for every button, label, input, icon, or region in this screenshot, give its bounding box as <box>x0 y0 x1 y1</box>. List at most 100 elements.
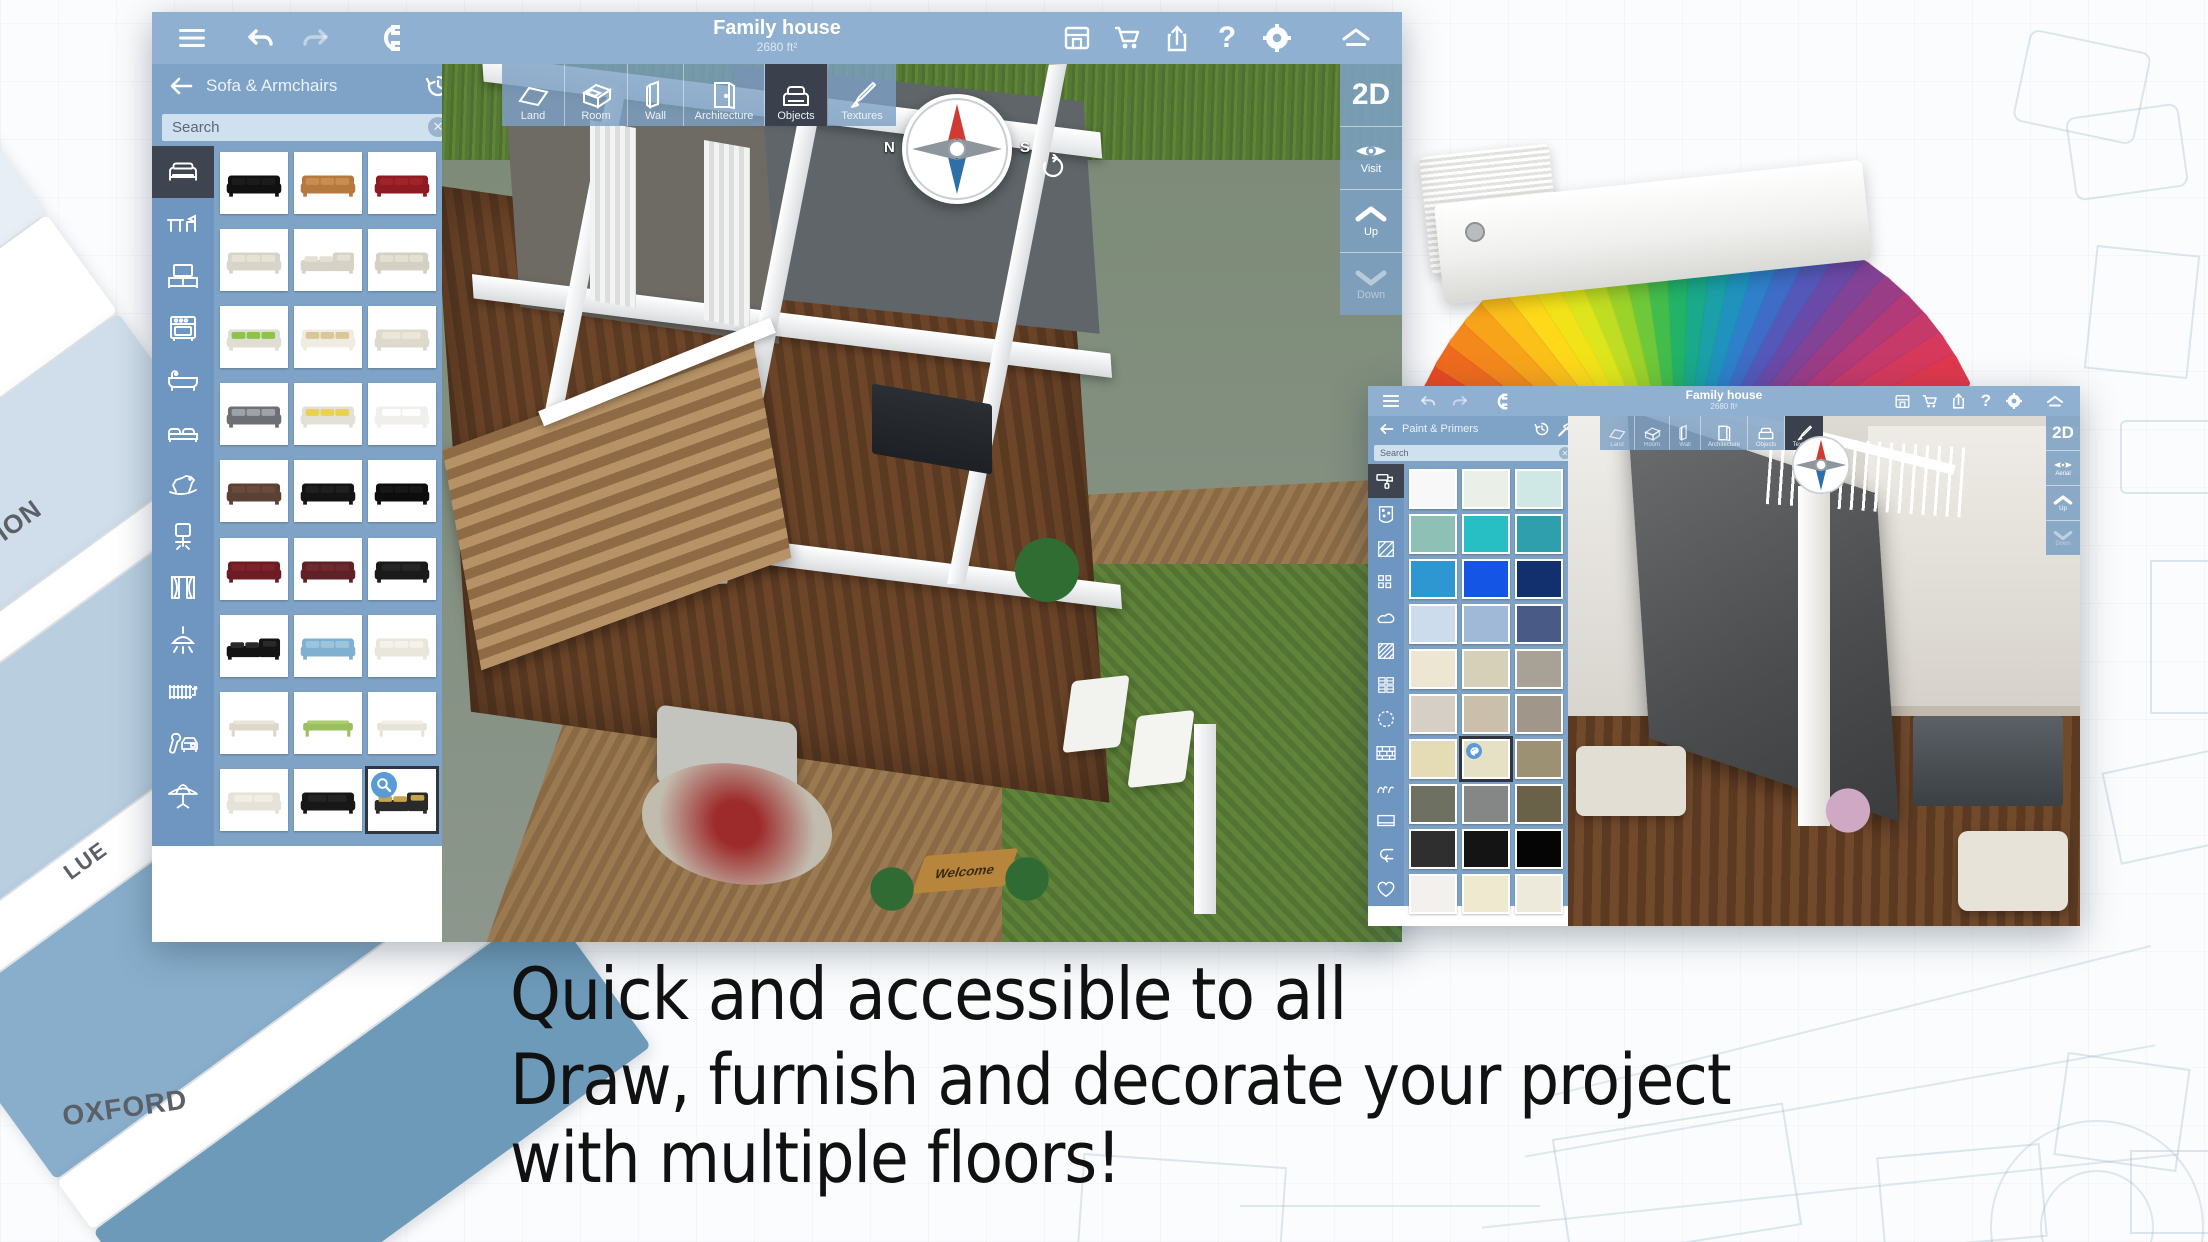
sidebar-item-bathroom[interactable] <box>152 354 214 406</box>
tab-architecture[interactable]: Architecture <box>1701 416 1748 450</box>
object-thumbnail[interactable] <box>220 152 288 214</box>
tab-architecture[interactable]: Architecture <box>684 64 765 126</box>
object-thumbnail[interactable] <box>220 614 288 677</box>
color-swatch[interactable] <box>1515 514 1563 554</box>
magnet-snap-icon[interactable] <box>364 16 420 60</box>
cart-icon[interactable] <box>1102 16 1152 60</box>
help-icon[interactable]: ? <box>1202 16 1252 60</box>
sidebar-item-brick[interactable] <box>1368 736 1404 770</box>
color-swatch[interactable] <box>1462 694 1510 734</box>
color-swatch[interactable] <box>1409 829 1457 869</box>
color-swatch[interactable] <box>1409 784 1457 824</box>
collapse-icon[interactable] <box>2040 388 2070 414</box>
object-thumbnail[interactable] <box>365 765 439 834</box>
secondary-3d-viewport[interactable]: Land Room Wall Architecture Objects Text… <box>1568 416 2080 926</box>
tab-objects[interactable]: Objects <box>765 64 828 126</box>
tab-textures[interactable]: Textures <box>828 64 896 126</box>
color-swatch[interactable] <box>1409 469 1457 509</box>
object-thumbnail[interactable] <box>294 768 362 831</box>
color-swatch[interactable] <box>1515 694 1563 734</box>
sidebar-item-favorites[interactable] <box>1368 872 1404 906</box>
collapse-icon[interactable] <box>1328 16 1384 60</box>
undo-icon[interactable] <box>1414 388 1444 414</box>
color-swatch[interactable] <box>1515 739 1563 779</box>
object-thumbnail[interactable] <box>294 460 362 523</box>
tab-wall[interactable]: Wall <box>628 64 684 126</box>
color-swatch[interactable] <box>1515 469 1563 509</box>
sidebar-item-stone[interactable] <box>1368 600 1404 634</box>
sidebar-item-tables-chairs[interactable] <box>152 198 214 250</box>
help-icon[interactable]: ? <box>1972 388 2000 414</box>
color-swatch[interactable] <box>1462 784 1510 824</box>
object-thumbnail[interactable] <box>368 152 436 214</box>
object-thumbnail[interactable] <box>368 229 436 292</box>
undo-icon[interactable] <box>236 16 288 60</box>
main-3d-viewport[interactable]: Welcome N S Land Room Wall Architecture … <box>442 64 1402 942</box>
color-swatch[interactable] <box>1462 649 1510 689</box>
gallery-icon[interactable] <box>1888 388 1916 414</box>
color-swatch[interactable] <box>1462 604 1510 644</box>
object-thumbnail[interactable] <box>294 537 362 600</box>
share-icon[interactable] <box>1152 16 1202 60</box>
aerial-button[interactable]: Aerial <box>2046 451 2080 486</box>
settings-gear-icon[interactable] <box>1252 16 1302 60</box>
history-clock-icon[interactable] <box>1531 421 1553 437</box>
redo-icon[interactable] <box>288 16 340 60</box>
sidebar-item-sofa-armchairs[interactable] <box>152 146 214 198</box>
cart-icon[interactable] <box>1916 388 1944 414</box>
object-thumbnail[interactable] <box>368 383 436 446</box>
view-2d-button[interactable]: 2D <box>1340 64 1402 127</box>
color-swatch[interactable] <box>1462 874 1510 914</box>
object-thumbnail[interactable] <box>294 306 362 369</box>
palette-icon[interactable] <box>1466 743 1482 759</box>
sidebar-item-paint-primers[interactable] <box>1368 464 1404 498</box>
color-swatch[interactable] <box>1409 514 1457 554</box>
sidebar-item-kitchen[interactable] <box>152 302 214 354</box>
sidebar-item-tools-garage[interactable] <box>152 718 214 770</box>
sidebar-item-garden[interactable] <box>152 770 214 822</box>
color-swatch[interactable] <box>1515 874 1563 914</box>
down-button[interactable]: Down <box>1340 253 1402 315</box>
object-thumbnail[interactable] <box>368 460 436 523</box>
tab-objects[interactable]: Objects <box>1748 416 1785 450</box>
rotate-icon[interactable] <box>1040 153 1066 180</box>
visit-button[interactable]: Visit <box>1340 127 1402 190</box>
color-swatch[interactable] <box>1515 649 1563 689</box>
color-swatch[interactable] <box>1409 694 1457 734</box>
compass-rose-icon[interactable] <box>1790 434 1852 496</box>
sidebar-item-curtains[interactable] <box>152 562 214 614</box>
sidebar-item-bedroom[interactable] <box>152 406 214 458</box>
share-icon[interactable] <box>1944 388 1972 414</box>
color-swatch[interactable] <box>1515 559 1563 599</box>
color-swatch[interactable] <box>1462 829 1510 869</box>
color-swatch[interactable] <box>1515 784 1563 824</box>
back-arrow-icon[interactable] <box>1375 423 1397 435</box>
object-thumbnail[interactable] <box>294 614 362 677</box>
color-swatch[interactable] <box>1515 604 1563 644</box>
object-thumbnail[interactable] <box>294 691 362 754</box>
hamburger-menu-icon[interactable] <box>1378 388 1404 414</box>
tab-room[interactable]: Room <box>565 64 628 126</box>
object-thumbnail[interactable] <box>220 306 288 369</box>
up-button[interactable]: Up <box>1340 190 1402 253</box>
color-swatch[interactable] <box>1409 559 1457 599</box>
search-input[interactable]: Search ✕ <box>1374 445 1574 461</box>
view-2d-button[interactable]: 2D <box>2046 416 2080 451</box>
color-swatch[interactable] <box>1515 829 1563 869</box>
sidebar-item-tiles-diagonal[interactable] <box>1368 532 1404 566</box>
sidebar-item-lighting[interactable] <box>152 614 214 666</box>
back-arrow-icon[interactable] <box>164 76 198 96</box>
sidebar-item-hatch[interactable] <box>1368 634 1404 668</box>
tab-land[interactable]: Land <box>1600 416 1635 450</box>
object-thumbnail[interactable] <box>220 768 288 831</box>
settings-gear-icon[interactable] <box>2000 388 2028 414</box>
object-thumbnail[interactable] <box>220 383 288 446</box>
sidebar-item-import[interactable] <box>1368 838 1404 872</box>
color-swatch[interactable] <box>1462 514 1510 554</box>
object-thumbnail[interactable] <box>368 691 436 754</box>
redo-icon[interactable] <box>1444 388 1474 414</box>
object-thumbnail[interactable] <box>220 691 288 754</box>
color-swatch[interactable] <box>1409 649 1457 689</box>
tab-land[interactable]: Land <box>502 64 565 126</box>
color-swatch[interactable] <box>1459 736 1513 782</box>
